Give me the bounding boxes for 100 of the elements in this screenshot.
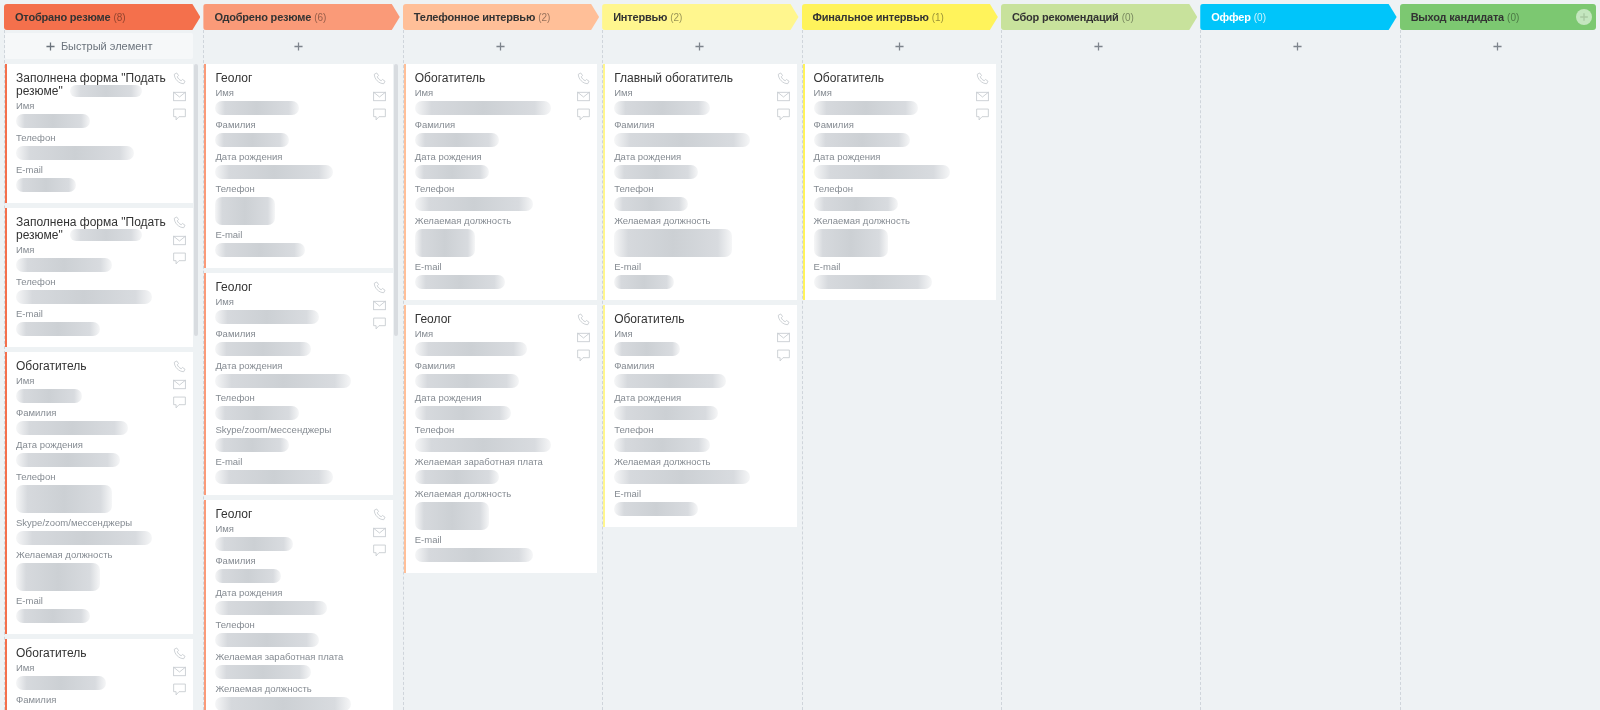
field-label: E-mail (215, 229, 244, 240)
phone-icon[interactable] (372, 72, 386, 85)
comment-icon[interactable] (372, 544, 386, 557)
field-label: Фамилия (215, 119, 257, 130)
comment-icon[interactable] (975, 108, 989, 121)
phone-icon[interactable] (372, 281, 386, 294)
stage-count: (8) (113, 11, 126, 23)
card-title: Обогатитель (614, 312, 685, 326)
field-label: Фамилия (16, 694, 58, 705)
phone-icon[interactable] (577, 72, 591, 85)
scrollbar-thumb[interactable] (194, 64, 199, 336)
plus-icon (294, 41, 304, 51)
comment-icon[interactable] (173, 396, 187, 409)
stage-title: Выход кандидата (1410, 11, 1505, 23)
field-label: Фамилия (414, 119, 457, 130)
quick-add-button[interactable]: Быстрый элемент (5, 33, 194, 59)
mail-icon[interactable] (975, 90, 989, 103)
field-label: Телефон (215, 619, 256, 630)
candidate-card[interactable]: Обогатитель Имя Фамилия Дата рождения Телефон Желаемая должность E-mail (603, 305, 797, 527)
mail-icon[interactable] (173, 90, 187, 103)
comment-icon[interactable] (372, 317, 386, 330)
candidate-card[interactable]: Геолог Имя Фамилия Дата рождения Телефон Желаемая заработная плата Желаемая должность E-mail (403, 305, 598, 573)
candidate-card[interactable]: Заполнена форма "Подать резюме" Имя Телефон E-mail (5, 64, 194, 203)
plus-icon (1094, 41, 1104, 51)
comment-icon[interactable] (776, 349, 790, 362)
phone-icon[interactable] (173, 647, 187, 660)
mail-icon[interactable] (776, 90, 790, 103)
stage-count: (1) (931, 11, 944, 23)
field-label: Желаемая должность (813, 215, 911, 226)
stage-count: (0) (1121, 11, 1134, 23)
comment-icon[interactable] (173, 252, 187, 265)
mail-icon[interactable] (372, 526, 386, 539)
field-label: Имя (215, 523, 235, 534)
field-label: Skype/zoom/мессенджеры (215, 424, 333, 435)
field-label: Фамилия (614, 360, 656, 371)
candidate-card[interactable]: Обогатитель Имя Фамилия (5, 639, 194, 710)
candidate-card[interactable]: Главный обогатитель Имя Фамилия Дата рождения Телефон Желаемая должность E-mail (603, 64, 797, 300)
card-title: Геолог (215, 71, 253, 85)
mail-icon[interactable] (372, 90, 386, 103)
mail-icon[interactable] (776, 331, 790, 344)
field-label: Дата рождения (813, 151, 882, 162)
stage-title: Отобрано резюме (15, 11, 111, 23)
field-label: Дата рождения (414, 151, 483, 162)
stage-count: (2) (670, 11, 683, 23)
field-label: Телефон (414, 424, 456, 435)
phone-icon[interactable] (776, 72, 790, 85)
card-title: Главный обогатитель (614, 71, 734, 85)
candidate-card[interactable]: Обогатитель Имя Фамилия Дата рождения Телефон Желаемая должность E-mail (802, 64, 996, 300)
plus-icon (1492, 41, 1502, 51)
mail-icon[interactable] (173, 665, 187, 678)
field-label: Желаемая должность (16, 549, 114, 560)
field-label: Телефон (614, 183, 655, 194)
field-label: E-mail (614, 488, 643, 499)
field-label: E-mail (16, 164, 44, 175)
candidate-card[interactable]: Заполнена форма "Подать резюме" Имя Телефон E-mail (5, 208, 194, 347)
add-stage-icon[interactable] (1576, 9, 1592, 25)
mail-icon[interactable] (577, 331, 591, 344)
field-label: Телефон (16, 471, 57, 482)
field-label: E-mail (215, 456, 244, 467)
candidate-card[interactable]: Геолог Имя Фамилия Дата рождения Телефон Желаемая заработная плата Желаемая должность (204, 500, 393, 710)
candidate-card[interactable]: Геолог Имя Фамилия Дата рождения Телефон E-mail (204, 64, 393, 268)
field-label: Желаемая должность (414, 488, 513, 499)
comment-icon[interactable] (776, 108, 790, 121)
phone-icon[interactable] (173, 216, 187, 229)
field-label: Телефон (16, 276, 57, 287)
stage-title: Интервью (613, 11, 668, 23)
plus-icon (495, 41, 505, 51)
comment-icon[interactable] (173, 683, 187, 696)
phone-icon[interactable] (372, 508, 386, 521)
field-label: Дата рождения (215, 360, 284, 371)
mail-icon[interactable] (173, 378, 187, 391)
mail-icon[interactable] (372, 299, 386, 312)
field-label: Желаемая должность (614, 215, 712, 226)
field-label: Имя (215, 87, 235, 98)
phone-icon[interactable] (173, 72, 187, 85)
card-title: Обогатитель (813, 71, 884, 85)
phone-icon[interactable] (776, 313, 790, 326)
comment-icon[interactable] (577, 108, 591, 121)
field-label: Имя (614, 87, 634, 98)
stage-count: (6) (314, 11, 327, 23)
scrollbar-thumb[interactable] (393, 64, 398, 336)
comment-icon[interactable] (577, 349, 591, 362)
candidate-card[interactable]: Обогатитель Имя Фамилия Дата рождения Телефон Желаемая должность E-mail (403, 64, 598, 300)
comment-icon[interactable] (173, 108, 187, 121)
phone-icon[interactable] (975, 72, 989, 85)
field-label: Телефон (215, 392, 256, 403)
field-label: Фамилия (215, 328, 257, 339)
mail-icon[interactable] (577, 90, 591, 103)
comment-icon[interactable] (372, 108, 386, 121)
phone-icon[interactable] (173, 360, 187, 373)
field-label: Фамилия (16, 407, 58, 418)
candidate-card[interactable]: Обогатитель Имя Фамилия Дата рождения Телефон Skype/zoom/мессенджеры Желаемая должность E-mail (5, 352, 194, 634)
field-label: Имя (614, 328, 634, 339)
field-label: Skype/zoom/мессенджеры (16, 517, 134, 528)
field-label: Имя (16, 100, 36, 111)
mail-icon[interactable] (173, 234, 187, 247)
candidate-card[interactable]: Геолог Имя Фамилия Дата рождения Телефон Skype/zoom/мессенджеры E-mail (204, 273, 393, 495)
stage-count: (2) (538, 11, 551, 23)
phone-icon[interactable] (577, 313, 591, 326)
field-label: Имя (16, 375, 36, 386)
